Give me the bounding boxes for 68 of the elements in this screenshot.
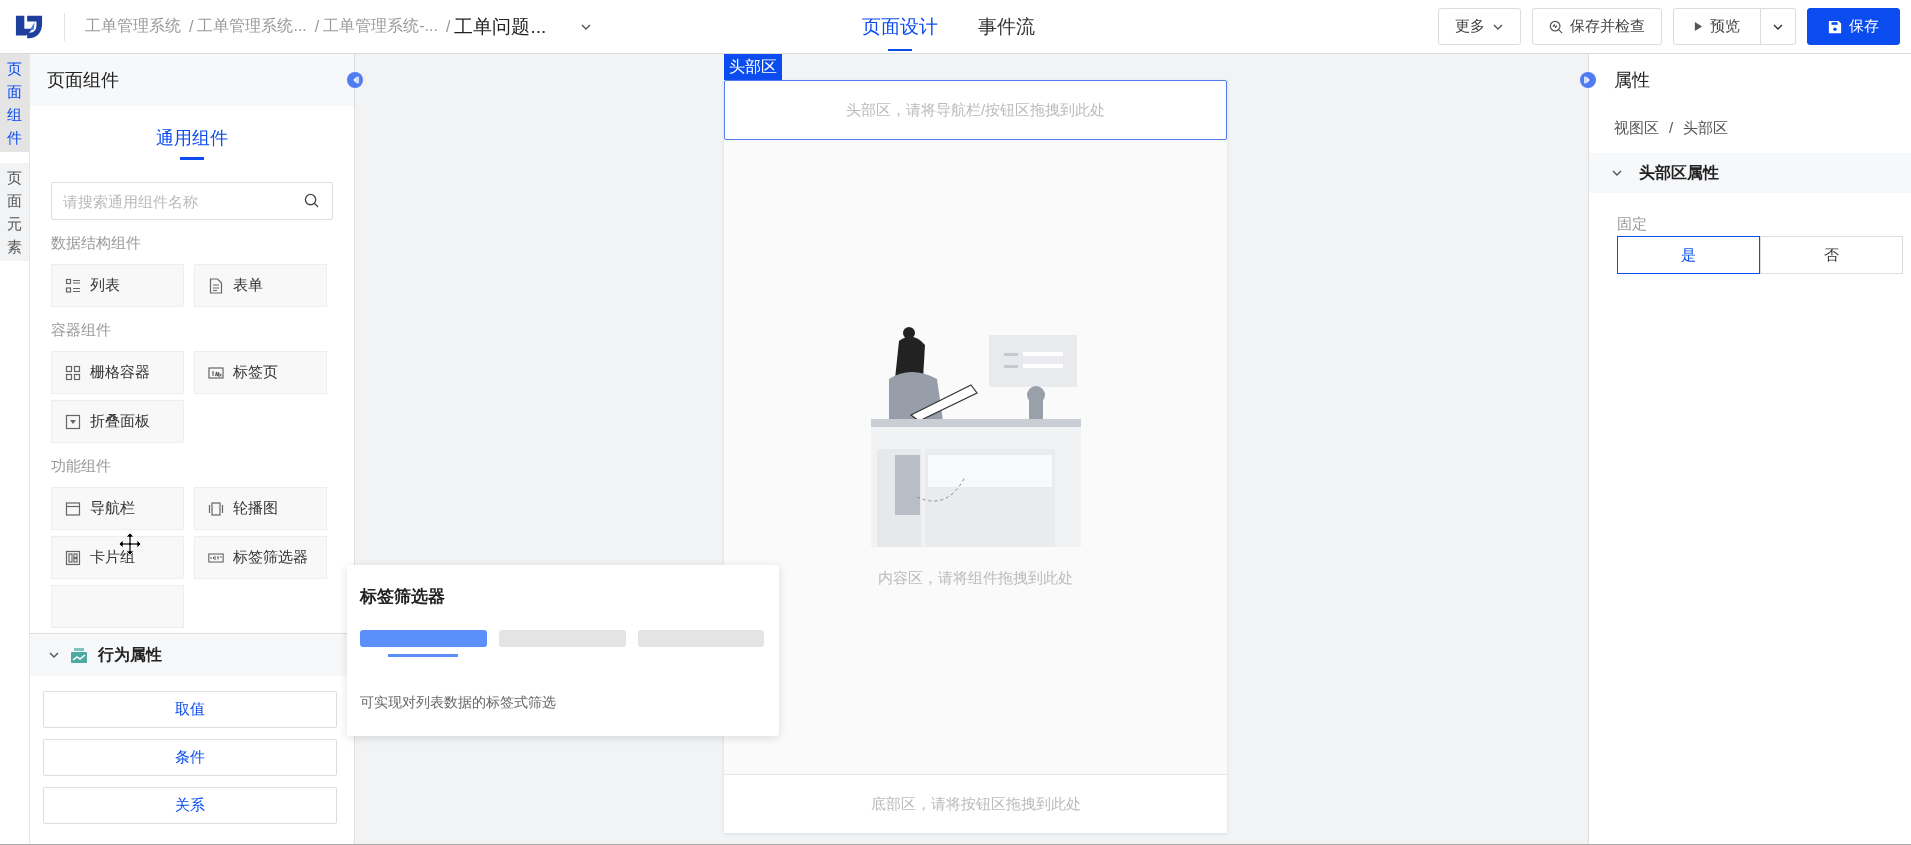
component-label: 标签筛选器 [233, 548, 308, 567]
path-item: 视图区 [1614, 119, 1659, 138]
preview-button[interactable]: 预览 [1673, 8, 1761, 45]
component-label: 表单 [233, 276, 263, 295]
panel-title: 页面组件 [47, 69, 119, 92]
category-tab[interactable]: 通用组件 [156, 126, 228, 160]
behavior-button[interactable]: 取值 [43, 691, 337, 728]
area-tag: 头部区 [724, 54, 782, 80]
tooltip-title: 标签筛选器 [360, 586, 446, 608]
play-icon [1694, 21, 1703, 32]
component-item[interactable]: 表单 [194, 264, 327, 307]
breadcrumb-separator: / [314, 17, 320, 36]
component-item[interactable]: 列表 [51, 264, 184, 307]
group-title: 数据结构组件 [51, 234, 142, 253]
save-check-button[interactable]: 保存并检查 [1532, 8, 1662, 45]
component-item[interactable]: 栅格容器 [51, 351, 184, 394]
breadcrumb-separator: / [189, 17, 194, 36]
list-icon [65, 277, 81, 294]
dropdown-icon [65, 413, 81, 430]
behavior-button[interactable]: 条件 [43, 739, 337, 776]
tooltip-description: 可实现对列表数据的标签式筛选 [360, 694, 557, 712]
section-title: 行为属性 [98, 644, 162, 665]
search-icon [304, 193, 319, 208]
panel-title: 属性 [1613, 69, 1651, 92]
component-label: 导航栏 [90, 499, 135, 518]
document-icon [208, 277, 224, 294]
group-title: 功能组件 [51, 457, 112, 476]
carousel-icon [208, 500, 224, 517]
component-item[interactable]: 标签筛选器 [194, 536, 327, 579]
content-hint: 内容区，请将组件拖拽到此处 [878, 568, 1073, 588]
component-label: 栅格容器 [90, 363, 150, 382]
search-check-icon [1549, 19, 1563, 34]
window-icon [65, 500, 81, 517]
section-header[interactable]: 头部区属性 [1589, 153, 1911, 193]
tab-icon [208, 364, 224, 381]
path-item: 头部区 [1683, 119, 1729, 138]
component-item[interactable]: 标签页 [194, 351, 327, 394]
grid-icon [65, 364, 81, 381]
segment-option[interactable]: 是 [1617, 236, 1760, 274]
breadcrumb-item[interactable]: 工单问题... [454, 13, 547, 40]
expand-panel-icon[interactable] [1580, 72, 1596, 88]
cards-icon [65, 549, 81, 566]
search-field[interactable]: 请搜索通用组件名称 [51, 182, 333, 220]
side-tab[interactable]: 页面元素 [0, 163, 29, 261]
component-item[interactable]: 轮播图 [194, 487, 327, 530]
path-separator: / [1669, 119, 1674, 138]
component-label: 折叠面板 [90, 412, 150, 431]
header-hint: 头部区，请将导航栏/按钮区拖拽到此处 [845, 100, 1106, 120]
component-item[interactable]: 折叠面板 [51, 400, 184, 443]
save-button[interactable]: 保存 [1807, 8, 1900, 45]
component-label: 轮播图 [233, 499, 278, 518]
component-item[interactable]: 导航栏 [51, 487, 184, 530]
component-label: 列表 [90, 276, 120, 295]
component-label: 标签页 [233, 363, 278, 382]
side-tab[interactable]: 页面组件 [0, 54, 29, 152]
behavior-button[interactable]: 关系 [43, 787, 337, 824]
group-title: 容器组件 [51, 321, 112, 340]
footer-hint: 底部区，请将按钮区拖拽到此处 [870, 794, 1081, 814]
behavior-icon [70, 646, 88, 664]
collapse-panel-icon[interactable] [347, 72, 363, 88]
segment-option[interactable]: 否 [1760, 236, 1903, 274]
breadcrumb-separator: / [445, 17, 451, 36]
field-label: 固定 [1616, 214, 1648, 234]
section-title: 头部区属性 [1639, 162, 1719, 183]
more-button[interactable]: 更多 [1438, 8, 1521, 45]
top-tab[interactable]: 事件流 [976, 0, 1037, 53]
top-tab[interactable]: 页面设计 [860, 0, 940, 53]
save-icon [1828, 19, 1842, 34]
